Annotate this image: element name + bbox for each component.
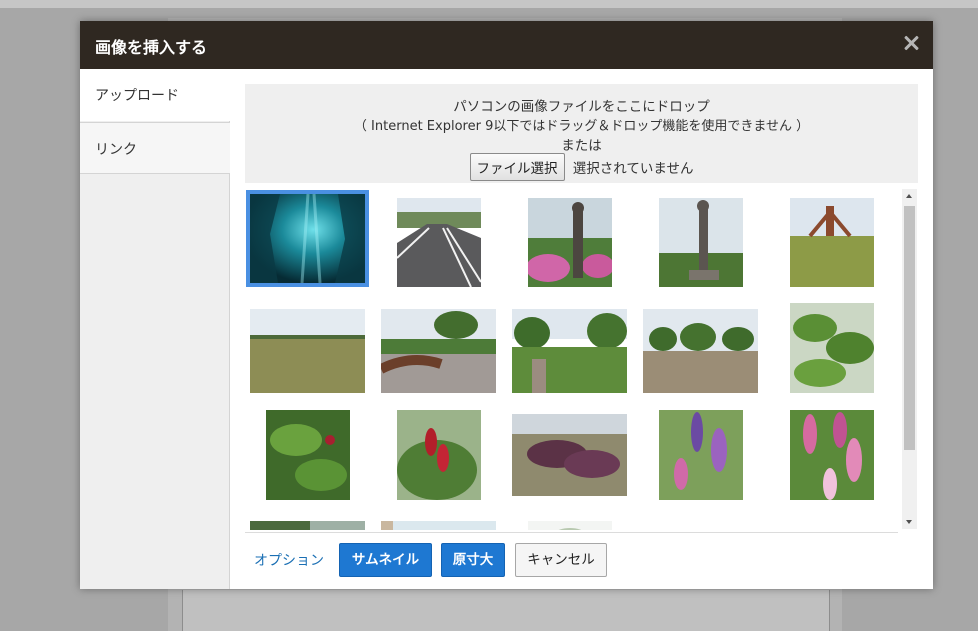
- image-thumbnail-pink-lupines[interactable]: [790, 410, 874, 500]
- row4-photo-2: [381, 521, 496, 530]
- scroll-up-icon[interactable]: [902, 189, 917, 204]
- background-inner-panel: [182, 590, 830, 631]
- underwater-photo: [250, 194, 365, 283]
- image-thumbnail-field[interactable]: [250, 309, 365, 393]
- tab-upload[interactable]: アップロード: [80, 69, 230, 121]
- image-thumbnail-flowerbed[interactable]: [512, 414, 627, 496]
- lupines-photo: [659, 410, 743, 500]
- image-thumbnail-leaves[interactable]: [790, 303, 874, 393]
- image-thumbnail-garden[interactable]: [512, 309, 627, 393]
- image-thumbnail-underwater[interactable]: [246, 190, 369, 287]
- drop-instruction: パソコンの画像ファイルをここにドロップ: [453, 99, 710, 115]
- image-thumbnail-berries[interactable]: [266, 410, 350, 500]
- image-thumbnail-road[interactable]: [397, 198, 481, 287]
- row4-photo-1: [250, 521, 365, 530]
- park-path-photo: [381, 309, 496, 393]
- pink-lupines-photo: [790, 410, 874, 500]
- statue-photo: [528, 198, 612, 287]
- image-grid: [245, 188, 900, 530]
- image-thumbnail-lupines[interactable]: [659, 410, 743, 500]
- red-flowers-photo: [397, 410, 481, 500]
- background-strip: [0, 0, 978, 8]
- flowerbed-photo: [512, 414, 627, 496]
- sidebar: アップロード リンク: [80, 69, 230, 589]
- file-select-row: ファイル選択 選択されていません: [245, 153, 918, 181]
- options-link[interactable]: オプション: [254, 550, 324, 570]
- berries-photo: [266, 410, 350, 500]
- dialog-title: 画像を挿入する: [95, 38, 208, 57]
- thumbnail-button[interactable]: サムネイル: [339, 543, 432, 577]
- playground-photo: [790, 198, 874, 287]
- field-photo: [250, 309, 365, 393]
- dialog-titlebar: 画像を挿入する: [80, 21, 933, 69]
- fullsize-button[interactable]: 原寸大: [441, 543, 505, 577]
- scrollbar-thumb[interactable]: [904, 206, 915, 450]
- image-thumbnail-playground[interactable]: [790, 198, 874, 287]
- image-thumbnail-row4-2[interactable]: [381, 521, 496, 530]
- image-thumbnail-trees[interactable]: [643, 309, 758, 393]
- tab-link[interactable]: リンク: [80, 122, 230, 174]
- image-thumbnail-park-path[interactable]: [381, 309, 496, 393]
- road-photo: [397, 198, 481, 287]
- statue-photo-2: [659, 198, 743, 287]
- image-thumbnail-statue-flowers[interactable]: [528, 198, 612, 287]
- close-icon[interactable]: [903, 35, 919, 51]
- ie-notice: （ Internet Explorer 9以下ではドラッグ＆ドロップ機能を使用で…: [353, 119, 810, 134]
- drop-zone[interactable]: パソコンの画像ファイルをここにドロップ （ Internet Explorer …: [245, 84, 918, 183]
- scroll-down-icon[interactable]: [902, 514, 917, 529]
- insert-image-dialog: 画像を挿入する アップロード リンク パソコンの画像ファイルをここにドロップ （…: [80, 21, 933, 589]
- or-label: または: [561, 138, 602, 154]
- image-thumbnail-row4-3[interactable]: [528, 521, 612, 530]
- cancel-button[interactable]: キャンセル: [515, 543, 607, 577]
- image-grid-scrollbar[interactable]: [902, 189, 917, 529]
- trees-photo: [643, 309, 758, 393]
- image-thumbnail-statue[interactable]: [659, 198, 743, 287]
- image-thumbnail-red-flowers[interactable]: [397, 410, 481, 500]
- leaves-photo: [790, 303, 874, 393]
- file-status-text: 選択されていません: [572, 161, 694, 177]
- garden-photo: [512, 309, 627, 393]
- row4-photo-3: [528, 521, 612, 530]
- image-thumbnail-row4-1[interactable]: [250, 521, 365, 530]
- file-select-button[interactable]: ファイル選択: [469, 153, 565, 181]
- footer-divider: [245, 532, 898, 533]
